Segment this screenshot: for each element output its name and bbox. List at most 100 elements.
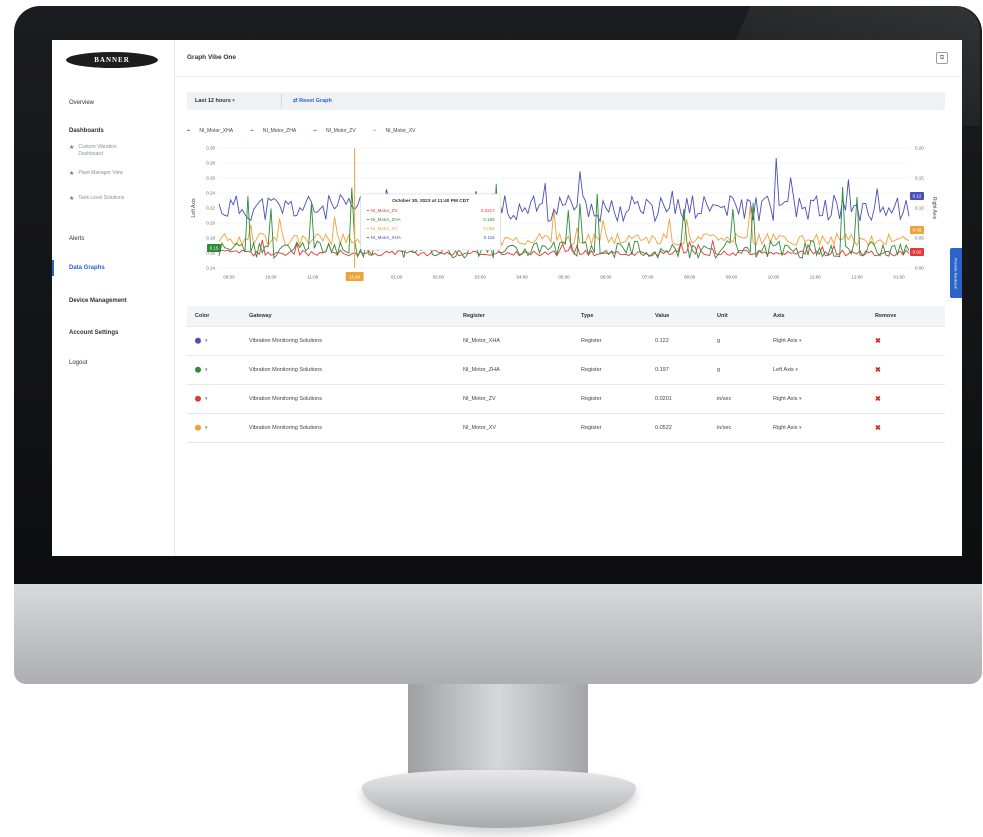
star-icon: ★ (69, 196, 75, 202)
sidebar-item-alerts[interactable]: Alerts (69, 236, 84, 242)
sidebar: BANNER Overview Dashboards ★ Custom Vibra… (52, 40, 175, 556)
sidebar-item-device-management[interactable]: Device Management (69, 298, 127, 304)
reset-icon: ⇄ (293, 98, 298, 104)
sidebar-item-overview[interactable]: Overview (69, 100, 94, 106)
table-row: ▾ Vibration Monitoring Solutions NI_Moto… (187, 385, 945, 414)
x-tick-label: 12:00 (851, 275, 863, 280)
main-content: Graph Vibe One ⧉ Last 12 hours ▾ ⇄ Reset… (175, 40, 962, 556)
color-picker[interactable]: ▾ (195, 395, 208, 403)
axis-label: Left Axis (773, 367, 794, 373)
color-swatch (195, 337, 201, 344)
axis-select[interactable]: Right Axis ▾ (773, 425, 802, 431)
badge-blue-value: 0.12 (913, 194, 922, 199)
title-bar: Graph Vibe One ⧉ (175, 40, 962, 77)
chart-legend: ━ NI_Motor_XHA ━ NI_Motor_ZHA ━ NI_Motor… (187, 128, 432, 134)
badge-orange-value: 0.06 (913, 228, 922, 233)
x-tick-label: 01:00 (391, 275, 403, 280)
register-cell: NI_Motor_ZV (463, 396, 496, 402)
left-tick-label: 0.30 (206, 146, 215, 151)
left-tick-label: 0.18 (206, 236, 215, 241)
chevron-down-icon: ▾ (795, 367, 798, 373)
badge-green-value: 0.15 (210, 246, 219, 251)
axis-select[interactable]: Right Axis ▾ (773, 396, 802, 402)
left-tick-label: 0.20 (206, 221, 215, 226)
chevron-down-icon: ▾ (799, 396, 802, 402)
legend-item[interactable]: ━ NI_Motor_XHA (187, 128, 241, 134)
table-row: ▾ Vibration Monitoring Solutions NI_Moto… (187, 356, 945, 385)
unit-cell: g (717, 338, 721, 344)
axis-label: Right Axis (773, 338, 798, 344)
type-cell: Register (581, 396, 602, 402)
monitor-stand-neck (408, 684, 588, 782)
color-picker[interactable]: ▾ (195, 366, 208, 374)
vibration-line-chart[interactable]: 0.140.160.180.200.220.240.260.280.300.00… (185, 140, 955, 290)
value-cell: 0.0201 (655, 396, 672, 402)
x-tick-label: 04:00 (516, 275, 528, 280)
reset-graph-button[interactable]: ⇄ Reset Graph (293, 98, 332, 104)
legend-swatch: ━ (313, 128, 317, 134)
remove-icon[interactable]: ✖ (875, 337, 881, 345)
time-range-select[interactable]: Last 12 hours ▾ (195, 98, 235, 104)
x-tick-label: 05:00 (558, 275, 570, 280)
right-axis-label: Right Axis (931, 197, 937, 220)
right-tick-label: 0.05 (915, 236, 924, 241)
left-tick-label: 0.14 (206, 266, 215, 271)
remove-icon[interactable]: ✖ (875, 366, 881, 374)
dashboard-item-tank-level[interactable]: ★ Tank Level Solutions (69, 195, 169, 202)
axis-label: Right Axis (773, 425, 798, 431)
dashboard-item-custom-vibration[interactable]: ★ Custom Vibration Dashboard (69, 144, 169, 158)
gateway-cell: Vibration Monitoring Solutions (249, 367, 322, 373)
tooltip-series-value: 0.054 (483, 226, 495, 231)
x-tick-label: 02:00 (433, 275, 445, 280)
color-swatch (195, 395, 201, 402)
tooltip-series-value: 0.158 (483, 217, 495, 222)
dashboard-item-plant-manager[interactable]: ★ Plant Manager View (69, 170, 169, 177)
unit-cell: in/sec (717, 425, 732, 431)
monitor-stand-base (362, 770, 636, 828)
type-cell: Register (581, 425, 602, 431)
unit-cell: g (717, 367, 721, 373)
right-tick-label: 0.15 (915, 176, 924, 181)
axis-select[interactable]: Left Axis ▾ (773, 367, 798, 373)
tooltip-series-name: ━ NI_Motor_ZV (366, 208, 398, 213)
sidebar-item-dashboards[interactable]: Dashboards (69, 128, 104, 134)
x-tick-label: 09:00 (223, 275, 235, 280)
banner-logo[interactable]: BANNER (66, 52, 158, 68)
time-range-label: Last 12 hours (195, 98, 231, 104)
legend-item[interactable]: ━ NI_Motor_ZV (314, 128, 364, 134)
legend-item[interactable]: ━ NI_Motor_XV (373, 128, 423, 134)
color-picker[interactable]: ▾ (195, 337, 208, 345)
popout-icon[interactable]: ⧉ (936, 52, 948, 64)
reset-graph-label: Reset Graph (299, 98, 332, 104)
chevron-down-icon: ▾ (205, 367, 208, 374)
chevron-down-icon: ▾ (205, 338, 208, 345)
column-header: Gateway (249, 313, 272, 319)
x-tick-label: 10:00 (768, 275, 780, 280)
sidebar-item-account-settings[interactable]: Account Settings (69, 330, 118, 336)
color-swatch (195, 424, 201, 431)
active-indicator (52, 260, 54, 276)
gateway-cell: Vibration Monitoring Solutions (249, 396, 322, 402)
left-axis-label: Left Axis (191, 198, 197, 217)
axis-select[interactable]: Right Axis ▾ (773, 338, 802, 344)
sidebar-item-logout[interactable]: Logout (69, 360, 87, 366)
type-cell: Register (581, 367, 602, 373)
badge-red-value: 0.02 (913, 250, 922, 255)
legend-item[interactable]: ━ NI_Motor_ZHA (250, 128, 304, 134)
chevron-down-icon: ▾ (799, 338, 802, 344)
remove-icon[interactable]: ✖ (875, 424, 881, 432)
gateway-cell: Vibration Monitoring Solutions (249, 338, 322, 344)
sidebar-item-data-graphs[interactable]: Data Graphs (69, 265, 105, 271)
x-tick-label: 08:00 (684, 275, 696, 280)
left-tick-label: 0.26 (206, 176, 215, 181)
feedback-tab[interactable]: Provide feedback (950, 248, 962, 298)
chevron-down-icon: ▾ (205, 396, 208, 403)
color-picker[interactable]: ▾ (195, 424, 208, 431)
chevron-down-icon: ▾ (232, 98, 235, 104)
legend-label: NI_Motor_XV (385, 128, 416, 134)
x-tick-label: 10:00 (265, 275, 277, 280)
remove-icon[interactable]: ✖ (875, 395, 881, 403)
toolbar-divider (281, 94, 282, 108)
column-header: Remove (875, 313, 897, 319)
legend-swatch: ━ (187, 128, 191, 134)
